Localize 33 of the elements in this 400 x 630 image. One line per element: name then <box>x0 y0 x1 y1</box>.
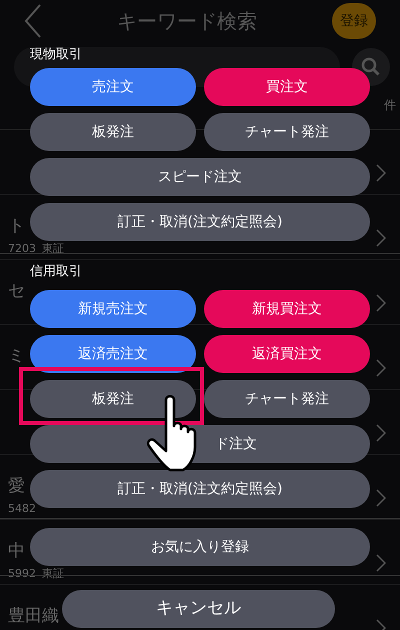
order-button[interactable]: 売注文 <box>30 68 196 106</box>
favorite-button[interactable]: お気に入り登録 <box>30 528 370 566</box>
stock-name: 豊田織 <box>8 605 59 627</box>
result-unit: 件 <box>384 97 396 114</box>
order-button[interactable]: 買注文 <box>204 68 370 106</box>
order-button[interactable]: 訂正・取消(注文約定照会) <box>30 203 370 241</box>
order-button[interactable]: 板発注 <box>30 380 196 418</box>
back-icon[interactable] <box>24 4 42 38</box>
order-button[interactable]: 新規買注文 <box>204 290 370 328</box>
order-button[interactable]: チャート発注 <box>204 113 370 151</box>
section-title: 現物取引 <box>30 46 82 64</box>
stock-name: ミ <box>8 345 25 367</box>
chevron-right-icon <box>376 294 386 312</box>
chevron-right-icon <box>376 424 386 442</box>
chevron-right-icon <box>376 164 386 182</box>
cancel-button[interactable]: キャンセル <box>62 590 335 628</box>
order-button[interactable]: 新規売注文 <box>30 290 196 328</box>
order-button[interactable]: スピード注文 <box>30 158 370 196</box>
stock-name: 愛 <box>8 475 25 497</box>
screen-title: キーワード検索 <box>116 8 258 35</box>
order-button[interactable]: 板発注 <box>30 113 196 151</box>
stock-code: 7203 <box>8 243 36 254</box>
market-label: 東証 <box>42 243 64 254</box>
chevron-right-icon <box>376 554 386 572</box>
stock-name: 中 <box>8 540 25 562</box>
chevron-right-icon <box>376 489 386 507</box>
section-title: 信用取引 <box>30 263 82 282</box>
chevron-right-icon <box>376 359 386 377</box>
stock-name: ト <box>8 215 25 237</box>
stock-name: セ <box>8 280 25 302</box>
order-button[interactable]: チャート発注 <box>204 380 370 418</box>
chevron-right-icon <box>376 229 386 247</box>
order-button[interactable]: 返済買注文 <box>204 335 370 373</box>
